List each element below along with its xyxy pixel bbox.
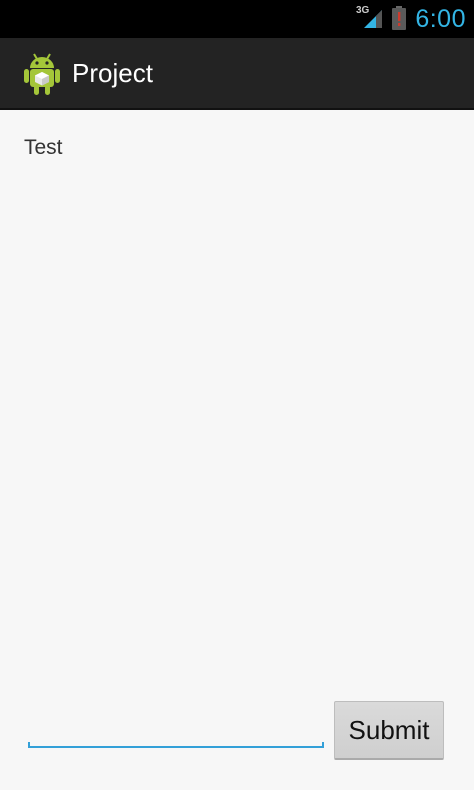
input-underline [28, 742, 324, 748]
battery-alert-icon [392, 6, 406, 30]
android-app-icon[interactable] [22, 50, 62, 96]
text-input[interactable] [28, 710, 324, 748]
app-title: Project [72, 58, 153, 88]
status-bar: 3G 6:00 [0, 0, 474, 38]
main-content: Test Submit [0, 110, 474, 790]
signal-icon [364, 10, 382, 28]
action-bar: Project [0, 38, 474, 110]
text-input-container [28, 710, 324, 750]
submit-button[interactable]: Submit [334, 701, 444, 760]
message-text: Test [24, 136, 63, 159]
status-clock: 6:00 [415, 5, 466, 33]
